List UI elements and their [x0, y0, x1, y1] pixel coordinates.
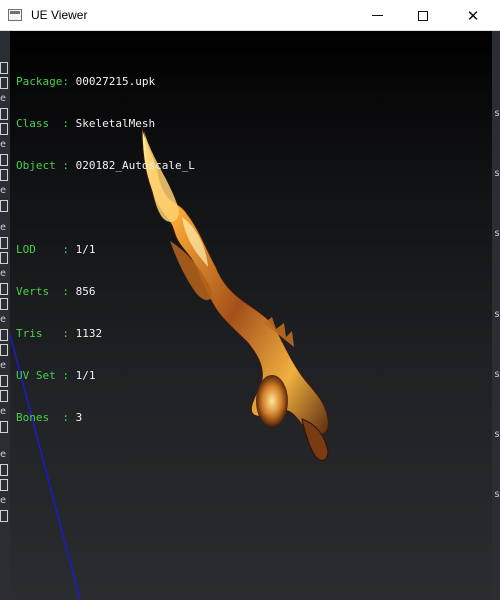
desktop-list-checkbox: [0, 237, 8, 249]
desktop-edge-text: e: [0, 139, 7, 150]
desktop-left-strip: e e e e e e e e e e: [0, 31, 10, 600]
ue-viewer-window: e e e e e e e e e e s s s s s s s UE Vie…: [0, 0, 500, 600]
desktop-list-checkbox: [0, 283, 8, 295]
info-label: Package:: [16, 75, 69, 88]
info-label: Tris :: [16, 327, 69, 340]
desktop-list-checkbox: [0, 108, 8, 120]
desktop-list-checkbox: [0, 421, 8, 433]
mesh-info-panel: Package: 00027215.upk Class : SkeletalMe…: [16, 47, 195, 453]
desktop-list-checkbox: [0, 123, 8, 135]
desktop-list-checkbox: [0, 77, 8, 89]
desktop-edge-text: e: [0, 314, 7, 325]
info-label: Verts :: [16, 285, 69, 298]
close-icon: ✕: [466, 6, 480, 25]
info-label: UV Set :: [16, 369, 69, 382]
maximize-icon: [418, 10, 428, 21]
desktop-list-checkbox: [0, 62, 8, 74]
info-row-lod: LOD : 1/1: [16, 243, 195, 257]
info-row-object: Object : 020182_Autoscale_L: [16, 159, 195, 173]
desktop-list-checkbox: [0, 169, 8, 181]
info-row-class: Class : SkeletalMesh: [16, 117, 195, 131]
info-value: 856: [75, 285, 96, 298]
info-value: 020182_Autoscale_L: [75, 159, 195, 172]
info-label: Object :: [16, 159, 69, 172]
desktop-edge-text: s: [493, 489, 500, 500]
desktop-list-checkbox: [0, 200, 8, 212]
desktop-list-checkbox: [0, 329, 8, 341]
close-button[interactable]: ✕: [446, 0, 500, 31]
info-row-uvset: UV Set : 1/1: [16, 369, 195, 383]
desktop-edge-text: s: [493, 309, 500, 320]
desktop-list-checkbox: [0, 298, 8, 310]
info-row-bones: Bones : 3: [16, 411, 195, 425]
desktop-edge-text: s: [493, 108, 500, 119]
desktop-list-checkbox: [0, 390, 8, 402]
info-value: 3: [75, 411, 83, 424]
info-value: 1/1: [75, 369, 96, 382]
desktop-edge-text: e: [0, 360, 7, 371]
desktop-edge-text: s: [493, 369, 500, 380]
maximize-button[interactable]: [400, 0, 446, 31]
desktop-edge-text: e: [0, 268, 7, 279]
info-value: 1/1: [75, 243, 96, 256]
window-title: UE Viewer: [31, 8, 88, 22]
info-value: 00027215.upk: [75, 75, 156, 88]
info-row-package: Package: 00027215.upk: [16, 75, 195, 89]
desktop-list-checkbox: [0, 510, 8, 522]
desktop-edge-text: e: [0, 222, 7, 233]
desktop-list-checkbox: [0, 464, 8, 476]
info-value: 1132: [75, 327, 103, 340]
desktop-edge-text: e: [0, 93, 7, 104]
desktop-edge-text: e: [0, 495, 7, 506]
desktop-list-checkbox: [0, 154, 8, 166]
title-bar[interactable]: UE Viewer ✕: [0, 0, 500, 31]
desktop-right-strip: s s s s s s s: [492, 31, 500, 600]
mesh-glow-lower: [256, 375, 288, 427]
desktop-edge-text: s: [493, 168, 500, 179]
info-label: Class :: [16, 117, 69, 130]
desktop-list-checkbox: [0, 344, 8, 356]
info-row-verts: Verts : 856: [16, 285, 195, 299]
desktop-edge-text: e: [0, 406, 7, 417]
desktop-list-checkbox: [0, 252, 8, 264]
desktop-list-checkbox: [0, 375, 8, 387]
info-label: Bones :: [16, 411, 69, 424]
info-label: LOD :: [16, 243, 69, 256]
minimize-button[interactable]: [354, 0, 400, 31]
desktop-edge-text: s: [493, 429, 500, 440]
desktop-edge-text: e: [0, 185, 7, 196]
desktop-edge-text: s: [493, 228, 500, 239]
info-value: SkeletalMesh: [75, 117, 156, 130]
minimize-icon: [371, 15, 383, 16]
desktop-list-checkbox: [0, 479, 8, 491]
desktop-edge-text: e: [0, 449, 7, 460]
3d-viewport[interactable]: Package: 00027215.upk Class : SkeletalMe…: [10, 31, 492, 600]
info-row-tris: Tris : 1132: [16, 327, 195, 341]
app-window-icon: [8, 9, 22, 21]
